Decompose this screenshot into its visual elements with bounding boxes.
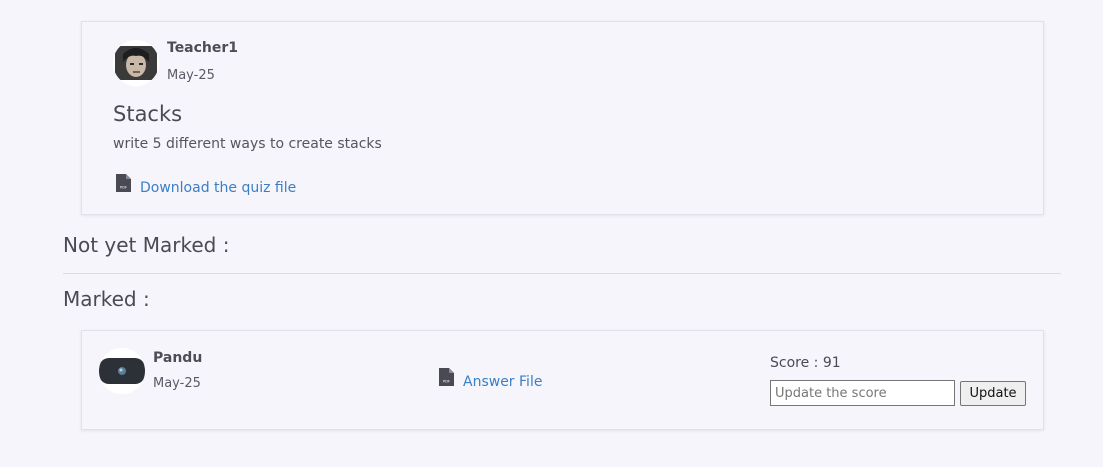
answer-file-link[interactable]: PDF Answer File — [438, 367, 542, 390]
update-button[interactable]: Update — [960, 381, 1026, 406]
page: Teacher1 May-25 Stacks write 5 different… — [0, 0, 1103, 467]
download-quiz-label: Download the quiz file — [140, 180, 297, 196]
quiz-title: Stacks — [113, 102, 183, 126]
pdf-file-icon: PDF — [116, 174, 131, 192]
pdf-file-icon: PDF — [439, 368, 454, 386]
score-input[interactable] — [770, 380, 955, 406]
marked-heading: Marked : — [63, 287, 150, 311]
submission-card: Pandu May-25 PDF Answer File Score : 91 … — [81, 330, 1044, 430]
score-label: Score : 91 — [770, 355, 841, 371]
quiz-card: Teacher1 May-25 Stacks write 5 different… — [81, 21, 1044, 215]
submission-date: May-25 — [153, 376, 201, 391]
teacher-name: Teacher1 — [167, 40, 239, 56]
student-name: Pandu — [153, 350, 203, 366]
teacher-avatar — [113, 40, 159, 86]
not-marked-heading: Not yet Marked : — [63, 233, 230, 257]
quiz-date: May-25 — [167, 68, 215, 83]
download-quiz-link[interactable]: PDF Download the quiz file — [115, 173, 296, 196]
quiz-description: write 5 different ways to create stacks — [113, 136, 382, 152]
section-divider — [63, 273, 1061, 274]
answer-file-label: Answer File — [463, 374, 543, 390]
svg-text:PDF: PDF — [443, 379, 450, 383]
svg-text:PDF: PDF — [120, 185, 127, 189]
student-avatar — [99, 348, 145, 394]
